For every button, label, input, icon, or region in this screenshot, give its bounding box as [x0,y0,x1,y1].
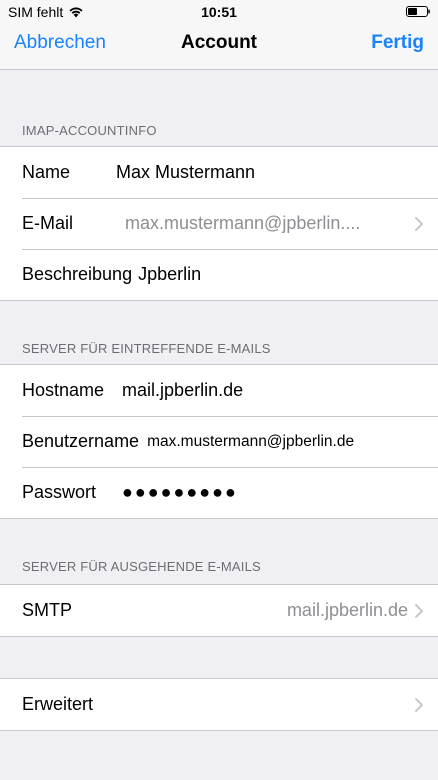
cancel-button[interactable]: Abbrechen [14,32,106,54]
username-label: Benutzername [22,431,140,451]
hostname-row[interactable]: Hostname mail.jpberlin.de [0,365,438,416]
password-label: Passwort [22,482,97,502]
chevron-right-icon [415,216,423,231]
hostname-value[interactable]: mail.jpberlin.de [122,380,243,401]
name-value[interactable]: Max Mustermann [116,162,255,183]
email-row[interactable]: E-Mail max.mustermann@jpberlin.... [0,198,438,249]
imap-account-group: Name Max Mustermann E-Mail max.musterman… [0,146,438,301]
status-bar: SIM fehlt 10:51 [0,0,438,24]
email-label: E-Mail [22,213,74,233]
description-row[interactable]: Beschreibung Jpberlin [0,249,438,300]
chevron-right-icon [415,697,423,712]
password-row[interactable]: Passwort ●●●●●●●●● [0,467,438,518]
incoming-server-group: Hostname mail.jpberlin.de Benutzername m… [0,364,438,519]
description-value[interactable]: Jpberlin [138,264,201,285]
username-row[interactable]: Benutzername max.mustermann@jpberlin.de [0,416,438,467]
smtp-value: mail.jpberlin.de [286,600,408,620]
incoming-section-header: SERVER FÜR EINTREFFENDE E-MAILS [22,341,271,356]
name-label: Name [22,162,71,182]
username-value[interactable]: max.mustermann@jpberlin.de [147,433,354,451]
status-time: 10:51 [201,4,237,20]
advanced-row[interactable]: Erweitert [0,679,438,730]
smtp-row[interactable]: SMTP mail.jpberlin.de [0,585,438,636]
outgoing-section-header: SERVER FÜR AUSGEHENDE E-MAILS [22,559,261,574]
battery-icon [406,6,430,17]
done-button[interactable]: Fertig [371,32,424,54]
email-value: max.mustermann@jpberlin.... [125,213,361,233]
name-row[interactable]: Name Max Mustermann [0,147,438,198]
imap-section-header: IMAP-ACCOUNTINFO [22,123,157,138]
account-settings-screen: SIM fehlt 10:51 Abbrechen Account Fertig… [0,0,438,780]
chevron-right-icon [415,603,423,618]
smtp-label: SMTP [22,600,73,620]
description-label: Beschreibung [22,264,133,284]
hostname-label: Hostname [22,380,105,400]
advanced-group: Erweitert [0,678,438,731]
outgoing-server-group: SMTP mail.jpberlin.de [0,584,438,637]
password-value[interactable]: ●●●●●●●●● [122,482,238,503]
navigation-bar: Abbrechen Account Fertig [0,24,438,70]
advanced-label: Erweitert [22,694,94,714]
